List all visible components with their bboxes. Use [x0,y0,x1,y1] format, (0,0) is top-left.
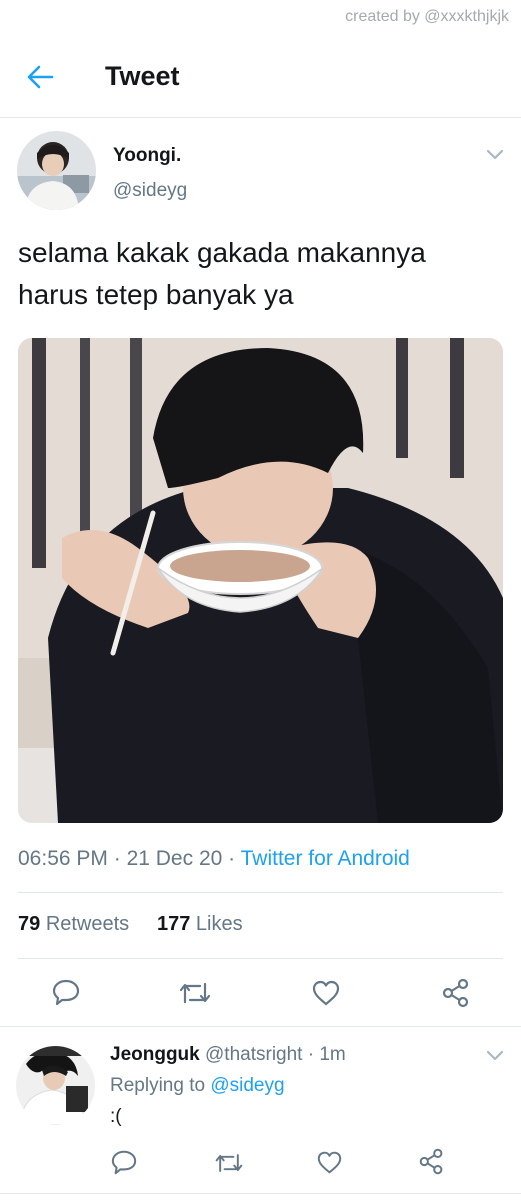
meta-separator: · [307,1044,315,1065]
heart-icon [312,980,340,1006]
retweet-icon [179,982,211,1004]
reply-like-button[interactable] [316,1150,343,1180]
author-avatar[interactable] [17,131,96,210]
reply-share-button[interactable] [418,1148,445,1180]
reply-menu-button[interactable] [486,1049,504,1061]
tweet-media-image[interactable] [18,338,503,823]
watermark-text: created by @xxxkthjkjk [345,8,509,25]
page-title: Tweet [105,61,180,91]
share-icon [442,978,469,1008]
author-name[interactable]: Yoongi. [113,145,181,167]
replying-to-line: Replying to @sideyg [110,1075,285,1097]
tweet-stats: 79 Retweets 177 Likes [18,913,243,936]
divider [18,958,503,959]
heart-icon [317,1151,342,1174]
tweet-date: 21 Dec 20 [126,847,223,870]
reply-header: Jeongguk @thatsright · 1m [110,1044,346,1066]
back-button[interactable] [26,64,54,90]
retweet-button[interactable] [178,980,212,1011]
retweet-icon [215,1154,243,1172]
reply-reply-button[interactable] [111,1149,137,1180]
arrow-left-icon [27,65,54,89]
likes-stat[interactable]: 177 Likes [157,913,243,935]
reply-author-name[interactable]: Jeongguk [110,1044,200,1065]
tweet-text: selama kakak gakada makannya harus tetep… [18,237,426,310]
author-handle[interactable]: @sideyg [113,180,187,202]
reply-author-avatar[interactable] [16,1046,95,1125]
comment-icon [111,1150,137,1175]
chevron-down-icon [486,149,504,160]
meta-separator: · [228,847,236,870]
share-icon [419,1148,443,1175]
share-button[interactable] [441,978,471,1013]
replying-prefix: Replying to [110,1075,206,1096]
divider [18,892,503,893]
like-button[interactable] [311,979,341,1012]
tweet-time: 06:56 PM [18,847,108,870]
retweets-stat[interactable]: 79 Retweets [18,913,129,935]
reply-retweet-button[interactable] [214,1151,244,1180]
reply-time: 1m [319,1044,346,1065]
divider [0,1193,521,1194]
tweet-source-link[interactable]: Twitter for Android [241,847,410,870]
likes-count: 177 [156,913,191,935]
likes-label: Likes [195,913,243,935]
tweet-meta: 06:56 PM · 21 Dec 20 · Twitter for Andro… [18,847,410,871]
top-bar: Tweet [0,36,521,118]
chevron-down-icon [486,1050,504,1061]
retweets-label: Retweets [45,913,130,935]
replying-to-link[interactable]: @sideyg [210,1075,284,1096]
meta-separator: · [113,847,121,870]
reply-button[interactable] [52,978,80,1011]
tweet-menu-button[interactable] [486,148,504,160]
retweets-count: 79 [18,913,41,935]
comment-icon [52,979,80,1006]
reply-text: :( [110,1106,122,1127]
divider [0,1026,521,1027]
reply-author-handle[interactable]: @thatsright [205,1044,302,1065]
